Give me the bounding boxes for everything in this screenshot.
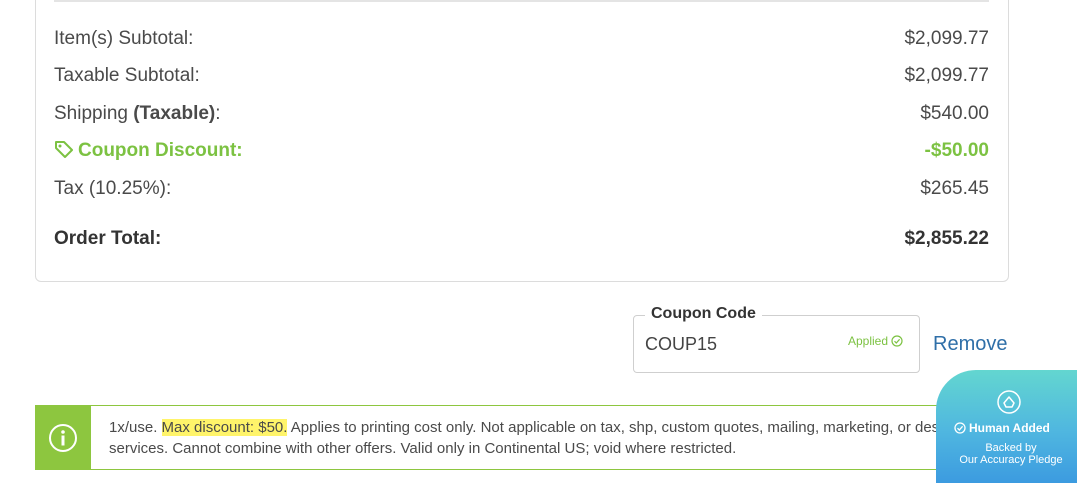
shipping-row: Shipping (Taxable): $540.00 <box>54 103 989 125</box>
taxable-subtotal-label: Taxable Subtotal: <box>54 65 200 86</box>
divider <box>54 0 989 2</box>
tax-label: Tax (10.25%): <box>54 178 172 199</box>
subtotal-value: $2,099.77 <box>904 28 989 49</box>
coupon-code-value[interactable]: COUP15 <box>645 334 717 355</box>
notice-text: 1x/use. Max discount: $50. Applies to pr… <box>109 419 960 457</box>
badge-title: Human Added <box>954 421 1050 435</box>
coupon-discount-row: Coupon Discount: -$50.00 <box>54 140 989 162</box>
coupon-discount-label: Coupon Discount: <box>78 140 243 161</box>
shipping-value: $540.00 <box>920 103 989 124</box>
coupon-code-legend: Coupon Code <box>645 305 762 323</box>
applied-label: Applied <box>848 334 889 348</box>
accuracy-pledge-badge[interactable]: Human Added Backed by Our Accuracy Pledg… <box>936 370 1077 483</box>
info-icon <box>49 423 77 452</box>
tax-row: Tax (10.25%): $265.45 <box>54 178 989 200</box>
badge-subtitle: Backed by Our Accuracy Pledge <box>959 442 1063 466</box>
coupon-discount-value: -$50.00 <box>924 140 989 161</box>
check-circle-icon <box>954 422 966 434</box>
remove-coupon-link[interactable]: Remove <box>933 333 1007 356</box>
coupon-discount-label-wrap: Coupon Discount: <box>54 140 243 162</box>
max-discount-highlight: Max discount: $50. <box>161 419 288 436</box>
taxable-subtotal-value: $2,099.77 <box>904 65 989 86</box>
subtotal-label: Item(s) Subtotal: <box>54 28 194 49</box>
check-circle-icon <box>891 335 903 347</box>
shipping-label: Shipping (Taxable): <box>54 103 221 124</box>
applied-status: Applied <box>848 334 903 348</box>
taxable-subtotal-row: Taxable Subtotal: $2,099.77 <box>54 65 989 87</box>
tax-value: $265.45 <box>920 178 989 199</box>
order-total-label: Order Total: <box>54 228 162 249</box>
pledge-logo-icon <box>997 390 1021 414</box>
tag-icon <box>55 141 73 158</box>
notice-icon-panel <box>35 405 91 470</box>
order-total-value: $2,855.22 <box>904 228 989 249</box>
order-total-row: Order Total: $2,855.22 <box>54 228 989 250</box>
subtotal-row: Item(s) Subtotal: $2,099.77 <box>54 28 989 50</box>
